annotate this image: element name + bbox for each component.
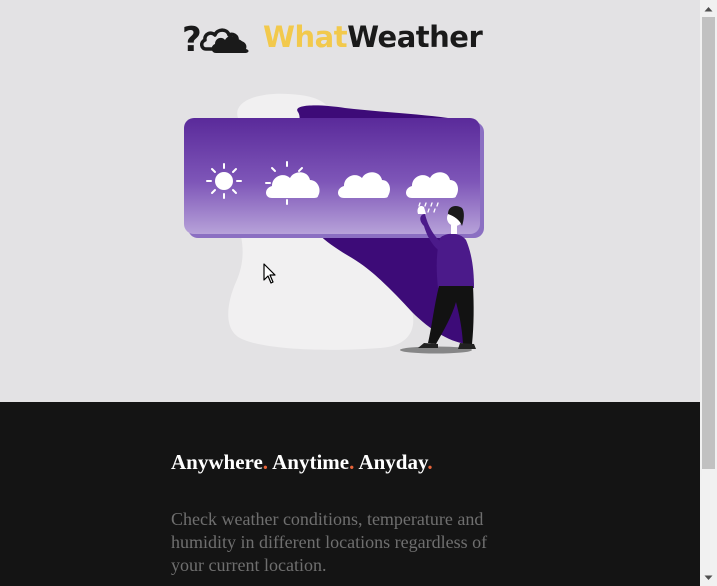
scroll-down-arrow-icon[interactable] — [700, 569, 717, 586]
scrollbar-thumb[interactable] — [702, 17, 715, 469]
page: ? WhatWeather Anywhere. Anytime. Anyday.… — [0, 0, 700, 586]
tagline: Anywhere. Anytime. Anyday. — [171, 450, 433, 475]
weather-illustration — [184, 93, 484, 354]
vertical-scrollbar[interactable] — [700, 0, 717, 586]
tagline-anytime: Anytime — [268, 450, 350, 474]
mouse-cursor-icon — [263, 263, 276, 284]
tagline-anyday: Anyday — [354, 450, 428, 474]
hero-section: ? WhatWeather — [0, 0, 700, 402]
intro-description: Check weather conditions, temperature an… — [171, 509, 488, 575]
tagline-anywhere: Anywhere — [171, 450, 263, 474]
intro-section: Anywhere. Anytime. Anyday. Check weather… — [0, 402, 700, 586]
tagline-dot: . — [427, 450, 433, 474]
scroll-up-arrow-icon[interactable] — [700, 0, 717, 17]
